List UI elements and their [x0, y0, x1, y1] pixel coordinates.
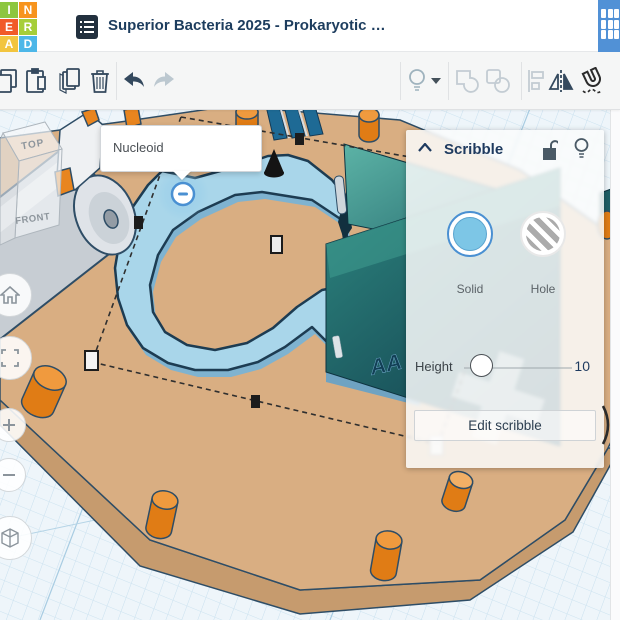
- toolbar: [0, 52, 620, 110]
- solid-swatch[interactable]: [447, 211, 493, 257]
- height-label: Height: [415, 359, 453, 374]
- hole-swatch[interactable]: [520, 211, 566, 257]
- inspector-title: Scribble: [444, 141, 504, 158]
- shape-inspector-panel: Scribble Solid Hole Height 10 Edit scrib…: [406, 130, 604, 468]
- collapse-chevron-icon[interactable]: [418, 143, 432, 152]
- scale-handle-mid-top[interactable]: [295, 133, 304, 145]
- align-button[interactable]: [521, 67, 549, 95]
- shape-generators-bulb-icon[interactable]: [403, 67, 431, 95]
- paste-button[interactable]: [22, 67, 50, 95]
- solid-label: Solid: [456, 282, 484, 296]
- redo-button[interactable]: [150, 67, 178, 95]
- tooltip-text: Nucleoid: [113, 140, 164, 155]
- logo-tile: D: [19, 36, 37, 52]
- delete-button[interactable]: [86, 67, 114, 95]
- height-row: Height 10: [406, 352, 604, 382]
- lock-icon[interactable]: [542, 139, 558, 161]
- scale-handle-corner-west[interactable]: [84, 350, 99, 371]
- toolbar-divider: [448, 62, 449, 100]
- logo-tile: I: [0, 2, 18, 18]
- toolbar-divider: [400, 62, 401, 100]
- scale-handle-mid-bottom[interactable]: [251, 395, 260, 408]
- blue-slab-shapes[interactable]: [265, 105, 324, 141]
- view-cube[interactable]: TOP FRONT: [0, 121, 63, 246]
- logo-tile: E: [0, 19, 18, 35]
- scale-handle-mid-left[interactable]: [134, 216, 143, 229]
- height-slider-knob[interactable]: [470, 354, 493, 377]
- logo-tile: N: [19, 2, 37, 18]
- hole-swatch-pattern: [526, 217, 560, 251]
- radius-handle[interactable]: [170, 181, 196, 207]
- design-menu-icon[interactable]: [76, 15, 98, 39]
- shapes-panel-collapsed-strip[interactable]: [610, 110, 620, 620]
- design-title[interactable]: Superior Bacteria 2025 - Prokaryotic …: [108, 17, 386, 34]
- ungroup-button[interactable]: [484, 67, 512, 95]
- tinkercad-app: AA TOP FRONT I N E R A D Superior Bacter…: [0, 0, 620, 620]
- title-bar: I N E R A D Superior Bacteria 2025 - Pro…: [0, 0, 620, 52]
- apps-grid-icon: [601, 9, 619, 43]
- shape-name-tooltip: Nucleoid: [100, 125, 262, 180]
- logo-tile: A: [0, 36, 18, 52]
- tooltip-pointer: [173, 171, 191, 180]
- hide-bulb-icon[interactable]: [573, 137, 590, 161]
- group-button[interactable]: [453, 67, 481, 95]
- height-value[interactable]: 10: [574, 358, 590, 374]
- logo-tile: R: [19, 19, 37, 35]
- inspector-header: Scribble: [406, 130, 604, 170]
- scale-handle-center[interactable]: [270, 235, 283, 254]
- duplicate-button[interactable]: [54, 67, 82, 95]
- bulb-dropdown-caret[interactable]: [428, 67, 444, 95]
- tinkercad-logo[interactable]: I N E R A D: [0, 2, 37, 52]
- solid-swatch-color: [453, 217, 487, 251]
- mirror-button[interactable]: [547, 67, 575, 95]
- expand-panel-chevron-icon[interactable]: [601, 404, 615, 446]
- toolbar-divider: [116, 62, 117, 100]
- apps-grid-button[interactable]: [598, 0, 620, 52]
- undo-button[interactable]: [120, 67, 148, 95]
- hole-label: Hole: [530, 282, 556, 296]
- magnet-button[interactable]: [579, 67, 607, 95]
- copy-button[interactable]: [0, 67, 20, 95]
- edit-scribble-button[interactable]: Edit scribble: [414, 410, 596, 441]
